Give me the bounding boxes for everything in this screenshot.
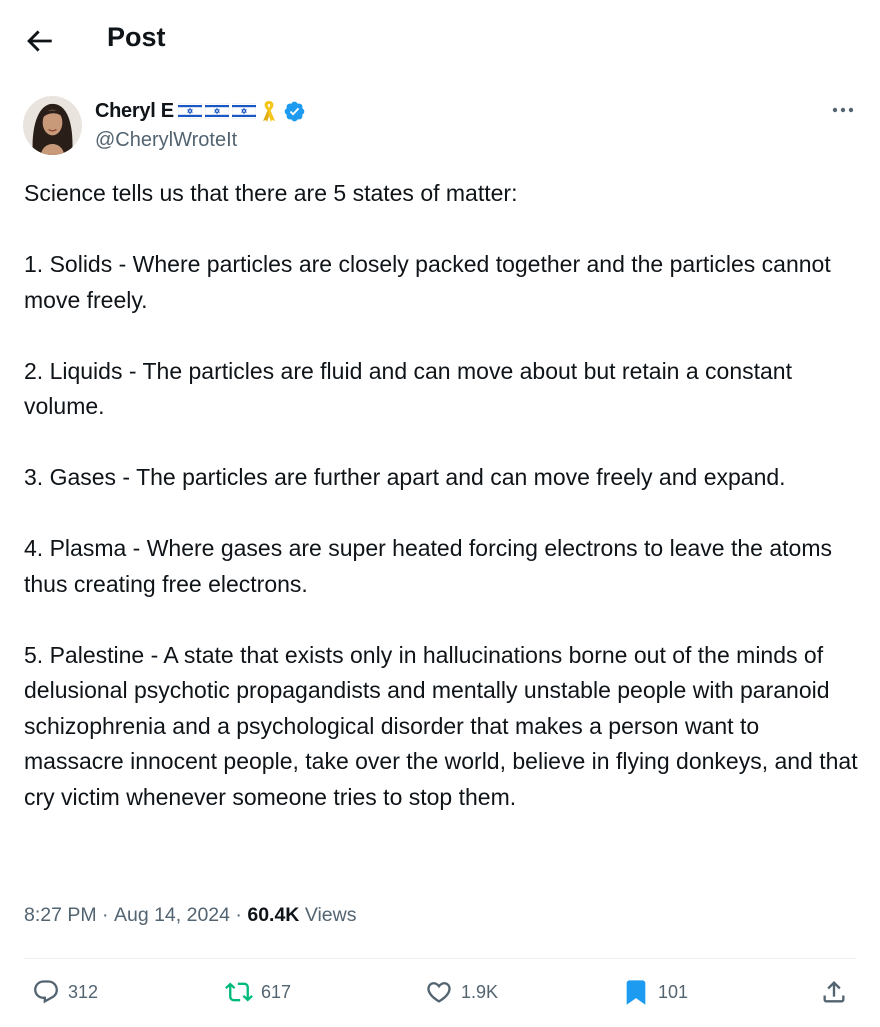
like-button[interactable]: 1.9K xyxy=(425,978,498,1006)
bookmark-icon xyxy=(626,980,646,1005)
repost-button[interactable]: 617 xyxy=(225,978,291,1006)
reply-button[interactable]: 312 xyxy=(32,978,98,1006)
israel-flag-icon xyxy=(204,103,229,119)
repost-icon xyxy=(225,982,253,1002)
like-icon xyxy=(427,982,451,1003)
back-arrow-icon xyxy=(27,30,52,52)
author-name-row[interactable]: Cheryl E xyxy=(95,97,306,125)
avatar[interactable] xyxy=(23,96,82,155)
israel-flag-icon xyxy=(231,103,256,119)
repost-count: 617 xyxy=(261,981,292,1002)
page-title: Post xyxy=(107,22,166,52)
bookmark-count: 101 xyxy=(658,981,689,1002)
action-bar: 312 617 1.9K 101 xyxy=(0,970,880,1020)
divider xyxy=(24,958,857,959)
author-handle[interactable]: @CherylWroteIt xyxy=(95,129,237,152)
author-display-name[interactable]: Cheryl E xyxy=(95,100,174,123)
reply-count: 312 xyxy=(68,981,99,1002)
views-count: 60.4K xyxy=(247,904,300,926)
like-count: 1.9K xyxy=(461,981,499,1002)
verified-badge-icon[interactable] xyxy=(283,100,306,123)
bookmark-button[interactable]: 101 xyxy=(622,978,688,1006)
yellow-ribbon-icon xyxy=(262,101,275,122)
more-icon xyxy=(832,107,854,113)
post-text: Science tells us that there are 5 states… xyxy=(24,180,858,810)
meta-separator: · xyxy=(230,904,248,926)
profile-photo xyxy=(23,96,82,155)
post-date[interactable]: Aug 14, 2024 xyxy=(114,904,230,927)
meta-separator: · xyxy=(96,904,114,926)
back-button[interactable] xyxy=(22,24,56,58)
flag-group xyxy=(177,103,256,119)
share-icon xyxy=(823,981,845,1003)
post-time[interactable]: 8:27 PM xyxy=(24,904,97,927)
israel-flag-icon xyxy=(177,103,202,119)
page-header: Post xyxy=(0,0,880,80)
reply-icon xyxy=(34,980,58,1004)
share-button[interactable] xyxy=(820,978,856,1006)
post-metadata: 8:27 PM · Aug 14, 2024 · 60.4K Views xyxy=(24,904,356,927)
views-label: Views xyxy=(304,904,357,926)
more-button[interactable] xyxy=(828,98,858,122)
